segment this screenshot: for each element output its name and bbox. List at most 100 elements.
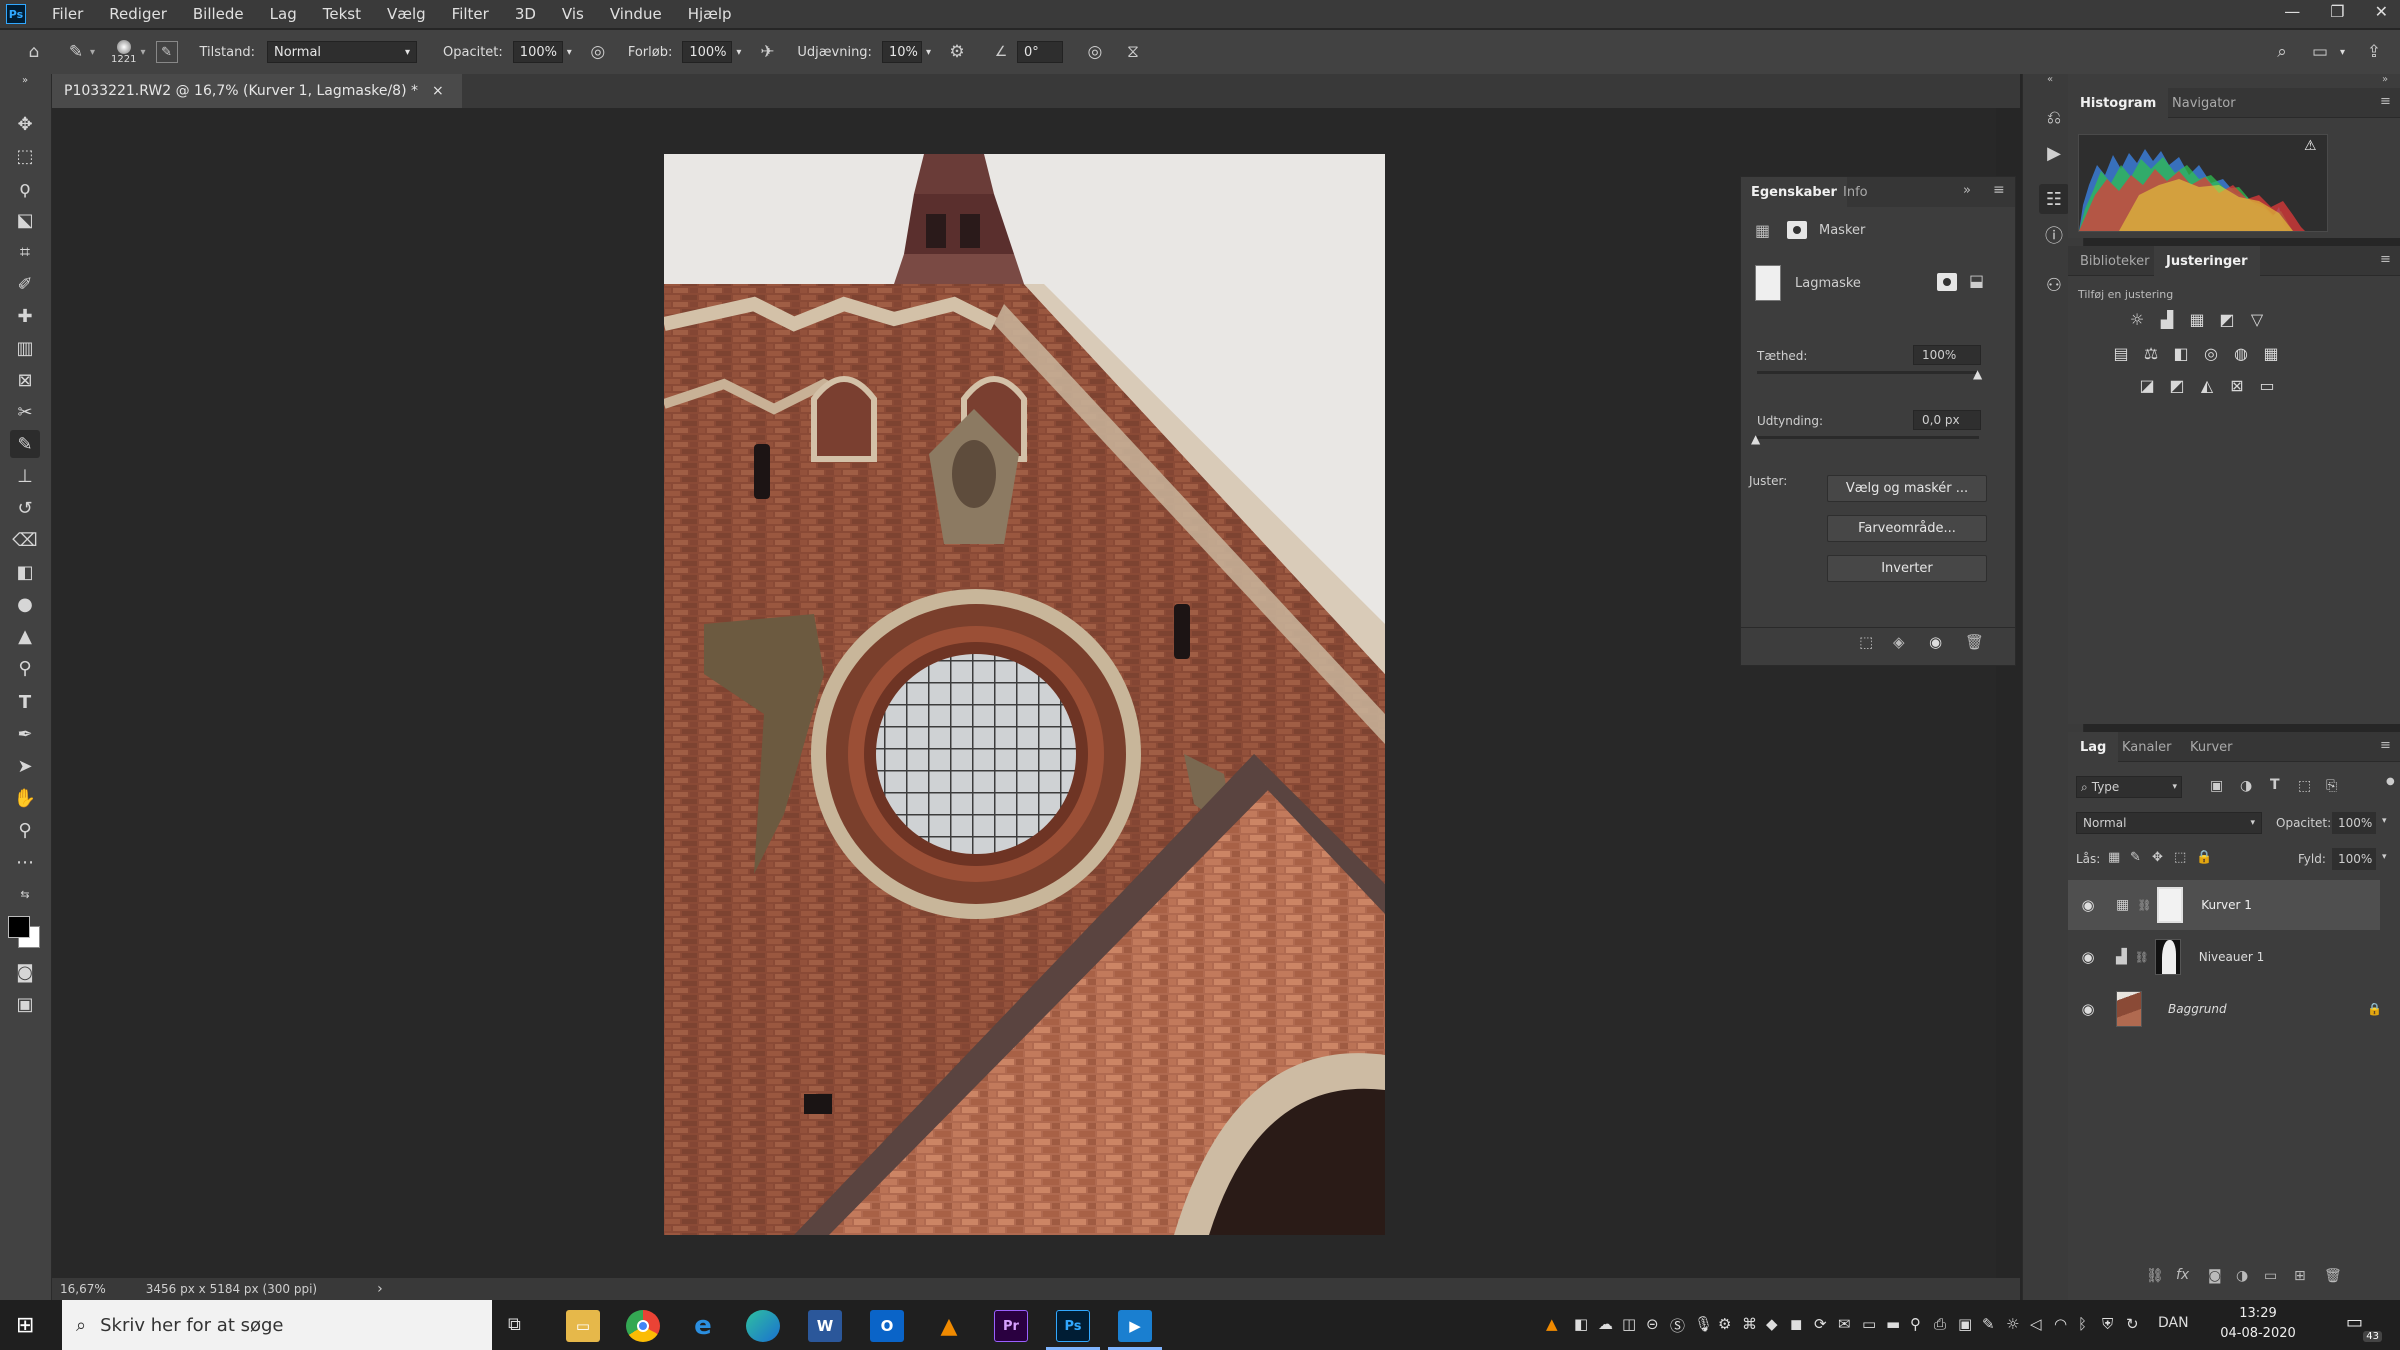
eraser-tool-icon[interactable]: ⌫ [10, 526, 40, 554]
lock-position-icon[interactable]: ✥ [2152, 850, 2163, 865]
layer-mask-thumbnail[interactable] [2154, 939, 2181, 975]
eye-icon[interactable]: ◉ [2068, 1000, 2108, 1018]
menu-filter[interactable]: Filter [452, 5, 489, 23]
pen-tool-icon[interactable]: ✒ [10, 720, 40, 748]
tray-skype-icon[interactable]: Ⓢ [1670, 1315, 1685, 1336]
brush-tool-icon[interactable]: ✎ [10, 430, 40, 458]
menu-vis[interactable]: Vis [562, 5, 584, 23]
clone-stamp-tool-icon[interactable]: ⊥ [10, 462, 40, 490]
density-slider-knob[interactable]: ▲ [1973, 367, 1982, 381]
tab-info[interactable]: Info [1833, 177, 1878, 207]
lock-icon[interactable]: 🔒 [2367, 1002, 2382, 1016]
sharpen-tool-icon[interactable]: ▲ [10, 622, 40, 650]
color-range-button[interactable]: Farveområde... [1827, 515, 1987, 542]
tray-link-icon[interactable]: ⊝ [1646, 1315, 1659, 1333]
filter-adjustment-icon[interactable]: ◑ [2240, 778, 2252, 794]
windows-start-icon[interactable]: ⊞ [16, 1313, 34, 1338]
tab-histogram[interactable]: Histogram [2068, 88, 2169, 118]
outlook-icon[interactable]: O [870, 1310, 904, 1342]
crop-tool-icon[interactable]: ⌗ [10, 238, 40, 266]
notifications-button[interactable]: ▭ 43 [2346, 1312, 2382, 1342]
opacity-input[interactable]: 100% [512, 41, 563, 63]
cache-warning-icon[interactable]: ⚠ [2304, 138, 2317, 154]
menu-3d[interactable]: 3D [515, 5, 536, 23]
link-icon[interactable]: ⛓ [2135, 951, 2149, 964]
invert-button[interactable]: Inverter [1827, 555, 1987, 582]
tray-wifi-icon[interactable]: ◠ [2054, 1315, 2067, 1333]
zoom-level[interactable]: 16,67% [60, 1282, 106, 1296]
tab-justeringer[interactable]: Justeringer [2154, 246, 2260, 276]
filter-shape-icon[interactable]: ⬚ [2298, 778, 2311, 794]
menu-rediger[interactable]: Rediger [109, 5, 167, 23]
tray-update-icon[interactable]: ↻ [2126, 1315, 2139, 1333]
quick-mask-icon[interactable]: ◙ [10, 958, 40, 986]
chevron-down-icon[interactable]: ▾ [926, 47, 931, 58]
pressure-size-icon[interactable]: ◎ [1083, 40, 1107, 64]
lock-all-icon[interactable]: 🔒 [2196, 850, 2212, 865]
density-input[interactable]: 100% [1913, 345, 1981, 365]
history-brush-tool-icon[interactable]: ↺ [10, 494, 40, 522]
blend-mode-select[interactable]: Normal ▾ [2076, 812, 2262, 834]
collapse-panel-icon[interactable]: » [1963, 183, 1971, 198]
new-group-icon[interactable]: ▭ [2264, 1268, 2277, 1284]
tray-app-icon[interactable]: ◧ [1574, 1315, 1588, 1333]
color-lookup-icon[interactable]: ▦ [2260, 342, 2282, 364]
info-icon[interactable]: ⓘ [2039, 220, 2069, 250]
tray-display-icon[interactable]: ▣ [1958, 1315, 1972, 1333]
blur-tool-icon[interactable]: ● [10, 590, 40, 618]
tray-green-icon[interactable]: ◼ [1790, 1315, 1802, 1333]
link-layers-icon[interactable]: ⛓ [2146, 1268, 2164, 1284]
character-icon[interactable]: ⚇ [2039, 270, 2069, 300]
menu-filer[interactable]: Filer [52, 5, 83, 23]
layer-row-kurver-1[interactable]: ◉ ▦ ⛓ Kurver 1 [2068, 880, 2380, 930]
object-select-tool-icon[interactable]: ⬕ [10, 206, 40, 234]
layer-mask-thumbnail[interactable] [2157, 887, 2184, 923]
gradient-tool-icon[interactable]: ◧ [10, 558, 40, 586]
link-icon[interactable]: ⛓ [2137, 899, 2151, 912]
trash-icon[interactable]: 🗑 [2324, 1268, 2342, 1284]
density-slider[interactable] [1757, 371, 1979, 374]
panel-menu-icon[interactable]: ≡ [1993, 182, 2005, 198]
chevron-down-icon[interactable]: ▾ [736, 47, 741, 58]
file-explorer-icon[interactable]: ▭ [566, 1310, 600, 1342]
photoshop-taskbar-icon[interactable]: Ps [1056, 1310, 1090, 1342]
path-select-tool-icon[interactable]: ➤ [10, 752, 40, 780]
menu-hjaelp[interactable]: Hjælp [688, 5, 732, 23]
screen-mode-icon[interactable]: ▣ [10, 990, 40, 1018]
document-tab[interactable]: P1033221.RW2 @ 16,7% (Kurver 1, Lagmaske… [52, 74, 462, 108]
move-tool-icon[interactable]: ✥ [10, 110, 40, 138]
threshold-icon[interactable]: ◭ [2196, 374, 2218, 396]
chrome-icon[interactable] [626, 1310, 660, 1342]
tray-mail-icon[interactable]: ✉ [1838, 1315, 1851, 1333]
vlc-icon[interactable]: ▲ [932, 1310, 966, 1342]
tab-biblioteker[interactable]: Biblioteker [2068, 246, 2161, 276]
panel-menu-icon[interactable]: ≡ [2380, 252, 2391, 267]
mode-select[interactable]: Normal ▾ [267, 41, 417, 63]
layer-opacity-input[interactable]: 100% [2332, 812, 2376, 834]
tray-location-icon[interactable]: ⚲ [1910, 1315, 1921, 1333]
menu-vindue[interactable]: Vindue [610, 5, 662, 23]
tray-mic-icon[interactable]: 🎙 [1694, 1315, 1713, 1333]
premiere-icon[interactable]: Pr [994, 1310, 1028, 1342]
menu-tekst[interactable]: Tekst [323, 5, 361, 23]
document-canvas-image[interactable] [664, 154, 1385, 1235]
patch-tool-icon[interactable]: ▥ [10, 334, 40, 362]
lock-image-icon[interactable]: ✎ [2130, 850, 2141, 865]
close-window-button[interactable]: ✕ [2375, 2, 2388, 21]
marquee-tool-icon[interactable]: ⬚ [10, 142, 40, 170]
pressure-opacity-icon[interactable]: ◎ [586, 40, 610, 64]
layer-row-niveauer-1[interactable]: ◉ ▟ ⛓ Niveauer 1 [2068, 932, 2400, 982]
word-icon[interactable]: W [808, 1310, 842, 1342]
properties-icon[interactable]: ☷ [2039, 184, 2069, 214]
menu-lag[interactable]: Lag [270, 5, 297, 23]
task-view-icon[interactable]: ⧉ [508, 1314, 521, 1335]
trash-icon[interactable]: 🗑 [1965, 633, 1984, 651]
eye-icon[interactable]: ◉ [1929, 633, 1942, 651]
scissors-tool-icon[interactable]: ✂ [10, 398, 40, 426]
layer-row-baggrund[interactable]: ◉ Baggrund 🔒 [2068, 984, 2400, 1034]
brush-settings-icon[interactable]: ✎ [155, 41, 178, 63]
edge-legacy-icon[interactable]: e [686, 1310, 720, 1342]
status-menu-arrow[interactable]: › [377, 1281, 383, 1297]
healing-brush-tool-icon[interactable]: ✚ [10, 302, 40, 330]
posterize-icon[interactable]: ◩ [2166, 374, 2188, 396]
